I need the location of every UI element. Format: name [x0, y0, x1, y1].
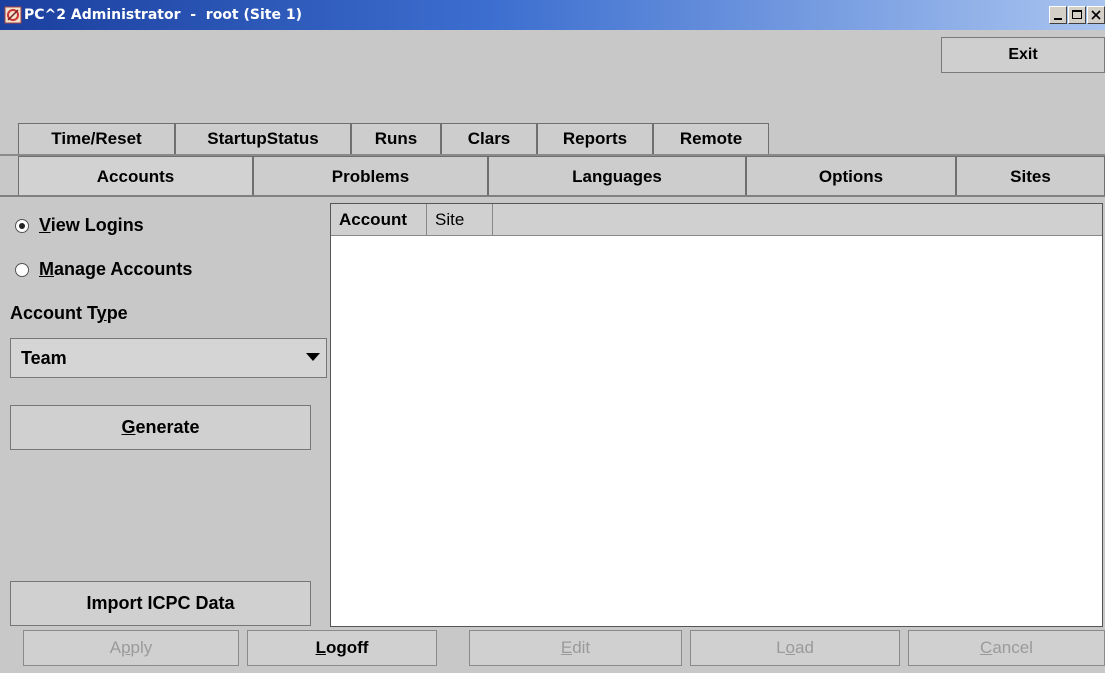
tab-startup-status[interactable]: StartupStatus: [175, 123, 351, 154]
toolbar-area: Exit: [0, 30, 1105, 122]
minimize-button[interactable]: [1049, 6, 1067, 24]
title-bar[interactable]: PC^2 Administrator - root (Site 1): [0, 0, 1105, 30]
tab-time-reset[interactable]: Time/Reset: [18, 123, 175, 154]
manage-accounts-label: Manage Accounts: [39, 259, 193, 279]
radio-selected-icon: [15, 218, 29, 233]
tab-languages[interactable]: Languages: [488, 156, 746, 196]
edit-button[interactable]: Edit: [469, 630, 682, 666]
close-button[interactable]: [1087, 6, 1105, 24]
exit-button-label: Exit: [1008, 46, 1038, 63]
import-button-label: Import ICPC Data: [86, 593, 235, 613]
tab-options[interactable]: Options: [746, 156, 956, 196]
account-type-select[interactable]: Team: [10, 338, 327, 378]
apply-button-label: Apply: [109, 638, 153, 657]
table-header: Account Site: [331, 204, 1102, 236]
apply-button[interactable]: Apply: [23, 630, 239, 666]
tab-label: Accounts: [96, 166, 175, 186]
generate-button[interactable]: Generate: [10, 405, 311, 450]
tab-label: Remote: [679, 129, 743, 148]
tab-label: Options: [818, 166, 884, 186]
column-header-empty: [493, 204, 1102, 236]
view-logins-label: View Logins: [39, 215, 144, 235]
column-header-label: Site: [435, 210, 465, 229]
logoff-button-label: Logoff: [315, 638, 369, 657]
tab-clars[interactable]: Clars: [441, 123, 537, 154]
accounts-table[interactable]: Account Site: [330, 203, 1103, 627]
tab-problems[interactable]: Problems: [253, 156, 488, 196]
tab-label: Sites: [1010, 166, 1051, 186]
tab-label: Clars: [467, 129, 511, 148]
tab-label: Reports: [562, 129, 628, 148]
manage-accounts-radio[interactable]: Manage Accounts: [15, 259, 192, 280]
radio-unselected-icon: [15, 262, 29, 277]
cancel-button[interactable]: Cancel: [908, 630, 1105, 666]
cancel-button-label: Cancel: [980, 638, 1033, 657]
tab-label: Problems: [331, 166, 410, 186]
tab-label: Time/Reset: [51, 129, 142, 148]
maximize-button[interactable]: [1068, 6, 1086, 24]
exit-button[interactable]: Exit: [941, 37, 1105, 73]
tab-label: Runs: [374, 129, 418, 148]
column-header-account[interactable]: Account: [331, 204, 427, 236]
maximize-icon: [1072, 10, 1082, 19]
window-title: PC^2 Administrator - root (Site 1): [24, 7, 302, 23]
view-logins-radio[interactable]: View Logins: [15, 215, 144, 236]
load-button-label: Load: [776, 638, 814, 657]
column-header-site[interactable]: Site: [427, 204, 493, 236]
app-icon: [4, 6, 22, 24]
import-icpc-data-button[interactable]: Import ICPC Data: [10, 581, 311, 626]
close-icon: [1091, 10, 1101, 20]
tab-remote[interactable]: Remote: [653, 123, 769, 154]
generate-button-label: Generate: [121, 417, 200, 437]
dropdown-arrow-icon: [306, 353, 320, 361]
minimize-icon: [1054, 18, 1062, 20]
load-button[interactable]: Load: [690, 630, 900, 666]
column-header-label: Account: [339, 210, 407, 229]
tab-runs[interactable]: Runs: [351, 123, 441, 154]
tab-label: Languages: [572, 166, 662, 186]
tab-label: StartupStatus: [207, 129, 319, 148]
bottom-button-bar: Apply Logoff Edit Load Cancel: [0, 627, 1105, 673]
tab-sites[interactable]: Sites: [956, 156, 1105, 196]
account-type-label: Account Type: [10, 303, 128, 323]
tab-accounts[interactable]: Accounts: [18, 156, 253, 196]
account-options-panel: View Logins Manage Accounts Account Type…: [0, 197, 330, 627]
edit-button-label: Edit: [560, 638, 591, 657]
logoff-button[interactable]: Logoff: [247, 630, 437, 666]
account-type-value: Team: [21, 347, 67, 368]
tab-reports[interactable]: Reports: [537, 123, 653, 154]
